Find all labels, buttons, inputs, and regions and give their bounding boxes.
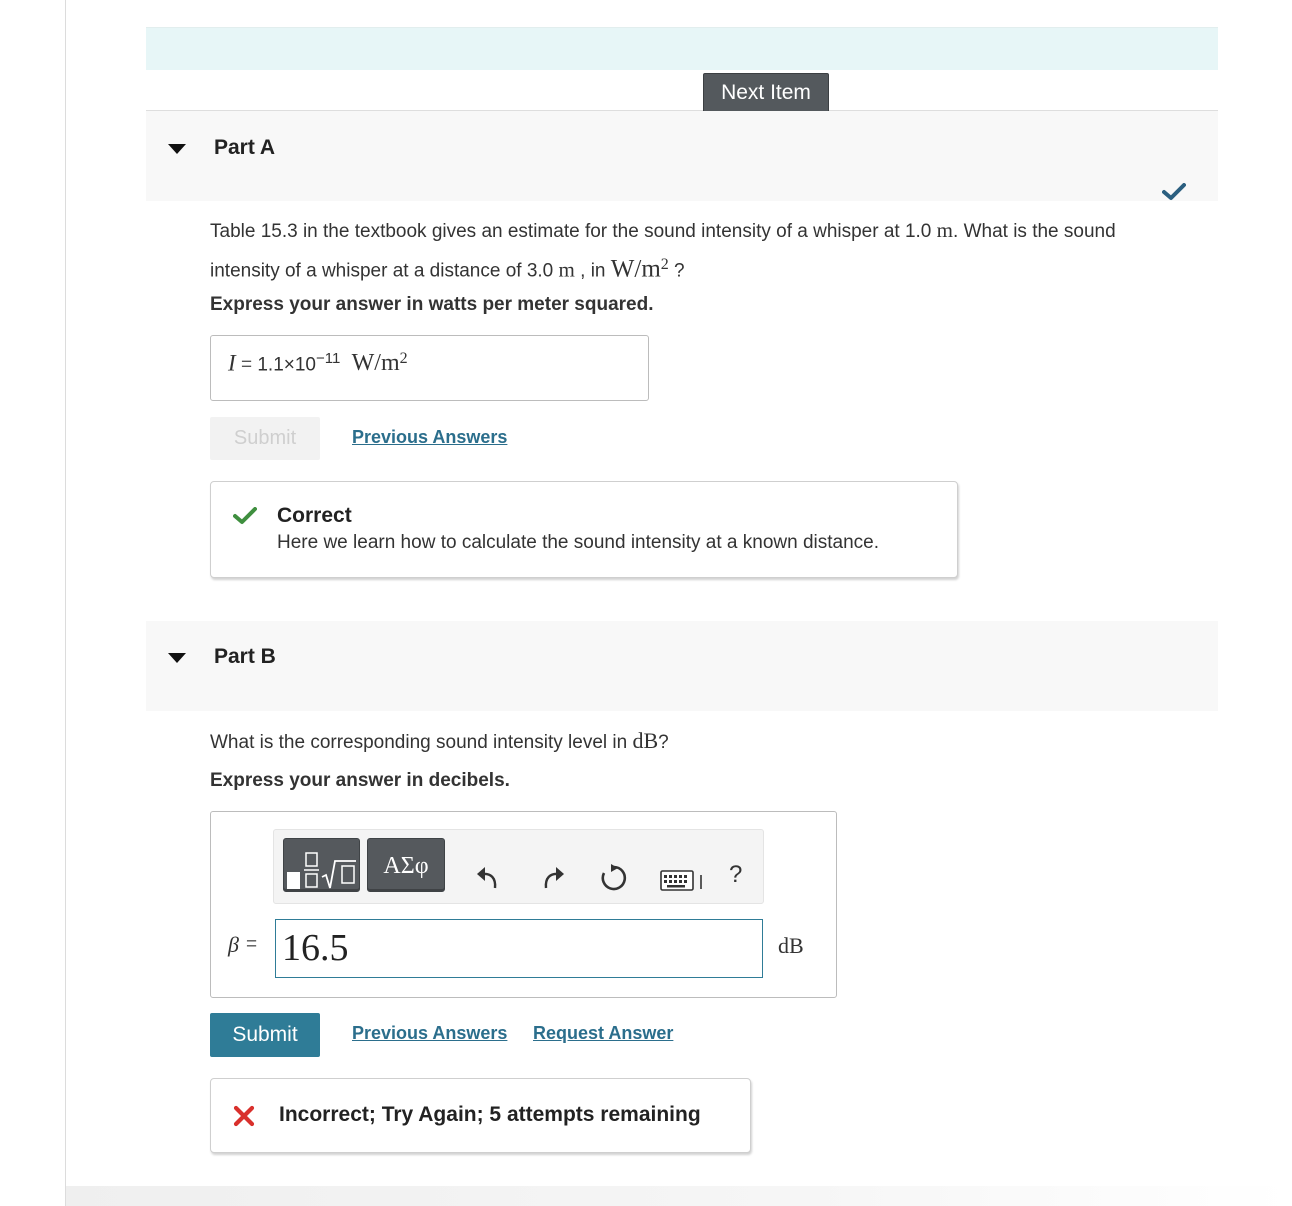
page-bottom-edge bbox=[66, 1186, 1292, 1206]
part-b-title: Part B bbox=[214, 645, 276, 668]
part-a-question-line1: Table 15.3 in the textbook gives an esti… bbox=[210, 218, 1116, 242]
part-b-previous-answers-link[interactable]: Previous Answers bbox=[352, 1023, 507, 1044]
left-divider bbox=[65, 0, 66, 1206]
part-a-answer-expression: I = 1.1×10−11 W/m2 bbox=[228, 350, 408, 377]
templates-button[interactable] bbox=[283, 838, 360, 892]
caret-down-icon[interactable] bbox=[168, 144, 186, 154]
feedback-title: Correct bbox=[277, 504, 352, 527]
top-banner bbox=[146, 27, 1218, 70]
part-b-submit-button[interactable]: Submit bbox=[210, 1013, 320, 1057]
equals-sign: = bbox=[246, 934, 258, 955]
undo-icon[interactable] bbox=[475, 864, 503, 892]
part-b-feedback-incorrect: Incorrect; Try Again; 5 attempts remaini… bbox=[210, 1078, 751, 1153]
beta-answer-value: 16.5 bbox=[282, 927, 349, 969]
correct-checkmark-icon bbox=[233, 507, 257, 524]
unit-db: dB bbox=[778, 933, 804, 958]
part-a-question-line2: intensity of a whisper at a distance of … bbox=[210, 255, 685, 283]
part-a-answer-display: I = 1.1×10−11 W/m2 bbox=[210, 335, 649, 401]
part-a-submit-button-disabled: Submit bbox=[210, 417, 320, 460]
part-b-question: What is the corresponding sound intensit… bbox=[210, 728, 669, 753]
beta-symbol: β bbox=[228, 932, 239, 957]
feedback-message: Here we learn how to calculate the sound… bbox=[277, 532, 880, 553]
redo-icon[interactable] bbox=[538, 864, 566, 892]
part-a-previous-answers-link[interactable]: Previous Answers bbox=[352, 427, 507, 448]
beta-answer-input[interactable]: 16.5 bbox=[275, 919, 763, 978]
next-item-button[interactable]: Next Item bbox=[703, 73, 829, 113]
keyboard-icon[interactable] bbox=[660, 870, 706, 892]
part-a-feedback-correct: Correct Here we learn how to calculate t… bbox=[210, 481, 958, 578]
part-a-instruction: Express your answer in watts per meter s… bbox=[210, 294, 654, 315]
reset-icon[interactable] bbox=[599, 863, 629, 893]
incorrect-x-icon bbox=[233, 1105, 255, 1127]
greek-symbols-button[interactable]: ΑΣφ bbox=[367, 838, 445, 892]
caret-down-icon[interactable] bbox=[168, 653, 186, 663]
part-b-header[interactable]: Part B bbox=[146, 621, 1218, 711]
fraction-sqrt-template-icon bbox=[287, 852, 356, 889]
help-button[interactable]: ? bbox=[729, 861, 742, 889]
math-toolbar: ΑΣφ ? bbox=[273, 829, 764, 904]
part-b-instruction: Express your answer in decibels. bbox=[210, 770, 510, 791]
checkmark-icon bbox=[1162, 183, 1186, 200]
part-a-question: Table 15.3 in the textbook gives an esti… bbox=[210, 214, 1210, 287]
request-answer-link[interactable]: Request Answer bbox=[533, 1023, 673, 1044]
feedback-message: Incorrect; Try Again; 5 attempts remaini… bbox=[279, 1103, 701, 1126]
part-a-header[interactable]: Part A bbox=[146, 111, 1218, 201]
part-a-title: Part A bbox=[214, 136, 276, 159]
